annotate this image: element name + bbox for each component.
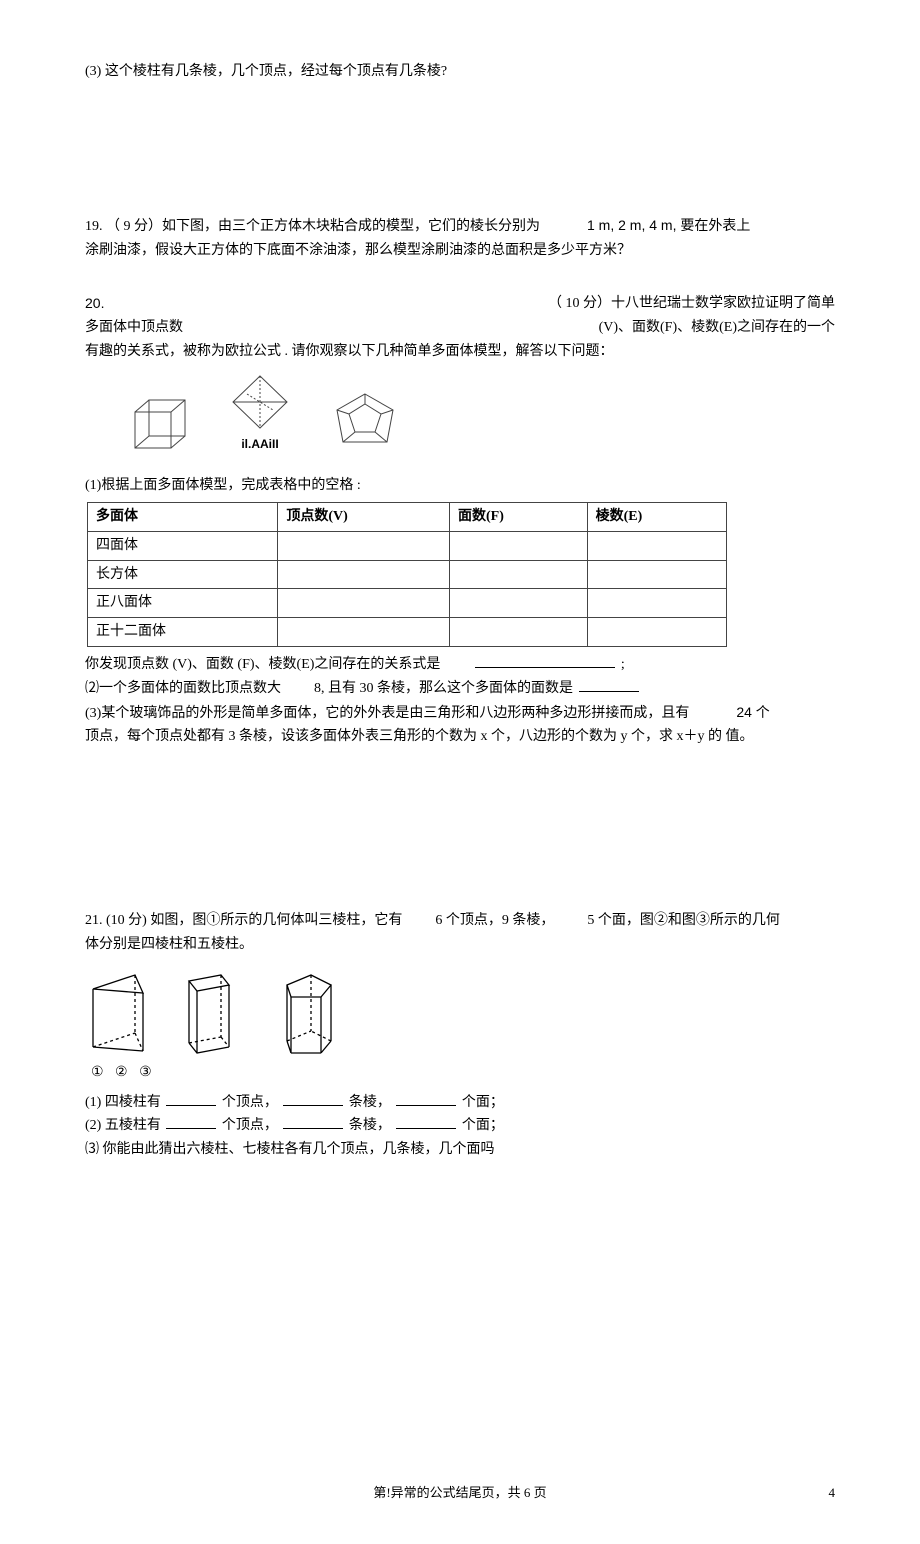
q20-left2: 多面体中顶点数 — [85, 316, 183, 340]
q20-right2: (V)、面数(F)、棱数(E)之间存在的一个 — [599, 316, 835, 340]
question-18-part3: (3) 这个棱柱有几条棱，几个顶点，经过每个顶点有几条棱? — [85, 60, 835, 84]
blank-p2-edges[interactable] — [283, 1114, 343, 1129]
q20-label: 20. — [85, 292, 104, 316]
table-row: 正十二面体 — [88, 618, 727, 647]
octa-caption: il.AAiII — [241, 434, 278, 454]
octahedron-figure: il.AAiII — [225, 372, 295, 454]
q19-line1: 19. （ 9 分）如下图，由三个正方体木块粘合成的模型，它们的棱长分别为 1 … — [85, 214, 835, 239]
q19-dims: 1 m, 2 m, 4 m, 要在外表上 — [587, 217, 750, 233]
quadrangular-prism-icon — [181, 963, 237, 1059]
q20-relation: 你发现顶点数 (V)、面数 (F)、棱数(E)之间存在的关系式是 ; — [85, 653, 835, 677]
q21-l1c: 5 个面，图②和图③所示的几何 — [587, 913, 780, 928]
p2c: 条棱， — [349, 1118, 391, 1133]
blank-p1-faces[interactable] — [396, 1091, 456, 1106]
cell: 四面体 — [88, 531, 278, 560]
table-row: 四面体 — [88, 531, 727, 560]
q21-l1a: 21. (10 分) 如图，图①所示的几何体叫三棱柱，它有 — [85, 913, 402, 928]
q20-part3-l1: (3)某个玻璃饰品的外形是简单多面体，它的外外表是由三角形和八边形两种多边形拼接… — [85, 701, 835, 726]
octahedron-icon — [225, 372, 295, 432]
th-v: 顶点数(V) — [278, 502, 450, 531]
q21-part1: (1) 四棱柱有 个顶点， 条棱， 个面； — [85, 1091, 835, 1115]
q18-part3-text: (3) 这个棱柱有几条棱，几个顶点，经过每个顶点有几条棱? — [85, 64, 447, 79]
q21-part2: (2) 五棱柱有 个顶点， 条棱， 个面； — [85, 1114, 835, 1138]
dodecahedron-icon — [325, 388, 405, 454]
question-19: 19. （ 9 分）如下图，由三个正方体木块粘合成的模型，它们的棱长分别为 1 … — [85, 214, 835, 263]
cell: 正八面体 — [88, 589, 278, 618]
p1c: 条棱， — [349, 1095, 391, 1110]
q20-part3-l2: 顶点，每个顶点处都有 3 条棱，设该多面体外表三角形的个数为 x 个，八边形的个… — [85, 725, 835, 749]
cube-figure — [125, 394, 195, 454]
part3-a: (3)某个玻璃饰品的外形是简单多面体，它的外外表是由三角形和八边形两种多边形拼接… — [85, 706, 689, 721]
p1b: 个顶点， — [222, 1095, 278, 1110]
dodecahedron-figure — [325, 388, 405, 454]
q19-line2: 涂刷油漆，假设大正方体的下底面不涂油漆，那么模型涂刷油漆的总面积是多少平方米？ — [85, 239, 835, 263]
cell: 长方体 — [88, 560, 278, 589]
q21-l1b: 6 个顶点，9 条棱， — [435, 913, 554, 928]
q20-part1-intro: (1)根据上面多面体模型，完成表格中的空格 : — [85, 474, 835, 498]
blank-faces[interactable] — [579, 677, 639, 692]
relation-suffix: ; — [621, 657, 625, 672]
cell: 正十二面体 — [88, 618, 278, 647]
blank-space — [85, 94, 835, 214]
part3-b: 24 个 — [736, 704, 769, 720]
q19-prefix: 19. （ 9 分）如下图，由三个正方体木块粘合成的模型，它们的棱长分别为 — [85, 219, 540, 234]
blank-relation[interactable] — [475, 653, 615, 668]
table-header-row: 多面体 顶点数(V) 面数(F) 棱数(E) — [88, 502, 727, 531]
pentagonal-prism-icon — [267, 963, 343, 1059]
q21-line2: 体分别是四棱柱和五棱柱。 — [85, 933, 835, 957]
triangular-prism-icon — [85, 963, 151, 1059]
th-poly: 多面体 — [88, 502, 278, 531]
blank-p1-vertices[interactable] — [166, 1091, 216, 1106]
blank-p2-faces[interactable] — [396, 1114, 456, 1129]
question-20: 20. （ 10 分）十八世纪瑞士数学家欧拉证明了简单 多面体中顶点数 (V)、… — [85, 292, 835, 749]
th-e: 棱数(E) — [587, 502, 726, 531]
page-footer: 第!异常的公式结尾页，共 6 页 4 — [85, 1482, 835, 1504]
blank-p2-vertices[interactable] — [166, 1114, 216, 1129]
p2b: 个顶点， — [222, 1118, 278, 1133]
part2-a: ⑵一个多面体的面数比顶点数大 — [85, 681, 281, 696]
euler-table: 多面体 顶点数(V) 面数(F) 棱数(E) 四面体 长方体 正八面体 正十二面… — [87, 502, 727, 647]
prisms-figures — [85, 963, 835, 1059]
q20-part2: ⑵一个多面体的面数比顶点数大 8, 且有 30 条棱，那么这个多面体的面数是 — [85, 677, 835, 701]
q20-line3: 有趣的关系式，被称为欧拉公式 . 请你观察以下几种简单多面体模型，解答以下问题： — [85, 340, 835, 364]
polyhedra-figures: il.AAiII — [125, 372, 835, 454]
p2d: 个面； — [462, 1118, 504, 1133]
q21-line1: 21. (10 分) 如图，图①所示的几何体叫三棱柱，它有 6 个顶点，9 条棱… — [85, 909, 835, 933]
prism-labels: ① ② ③ — [91, 1061, 835, 1085]
table-row: 长方体 — [88, 560, 727, 589]
q21-part3: ⑶ 你能由此猜出六棱柱、七棱柱各有几个顶点，几条棱，几个面吗 — [85, 1138, 835, 1162]
q20-right1: （ 10 分）十八世纪瑞士数学家欧拉证明了简单 — [548, 292, 835, 316]
cube-icon — [125, 394, 195, 454]
footer-center: 第!异常的公式结尾页，共 6 页 — [85, 1482, 835, 1504]
part2-b: 8, 且有 30 条棱，那么这个多面体的面数是 — [314, 681, 573, 696]
p2a: (2) 五棱柱有 — [85, 1118, 161, 1133]
p1d: 个面； — [462, 1095, 504, 1110]
th-f: 面数(F) — [450, 502, 588, 531]
p1a: (1) 四棱柱有 — [85, 1095, 161, 1110]
q20-row2: 多面体中顶点数 (V)、面数(F)、棱数(E)之间存在的一个 — [85, 316, 835, 340]
relation-prefix: 你发现顶点数 (V)、面数 (F)、棱数(E)之间存在的关系式是 — [85, 657, 440, 672]
table-row: 正八面体 — [88, 589, 727, 618]
blank-p1-edges[interactable] — [283, 1091, 343, 1106]
q20-row1: 20. （ 10 分）十八世纪瑞士数学家欧拉证明了简单 — [85, 292, 835, 316]
question-21: 21. (10 分) 如图，图①所示的几何体叫三棱柱，它有 6 个顶点，9 条棱… — [85, 909, 835, 1162]
footer-page-number: 4 — [829, 1482, 836, 1504]
